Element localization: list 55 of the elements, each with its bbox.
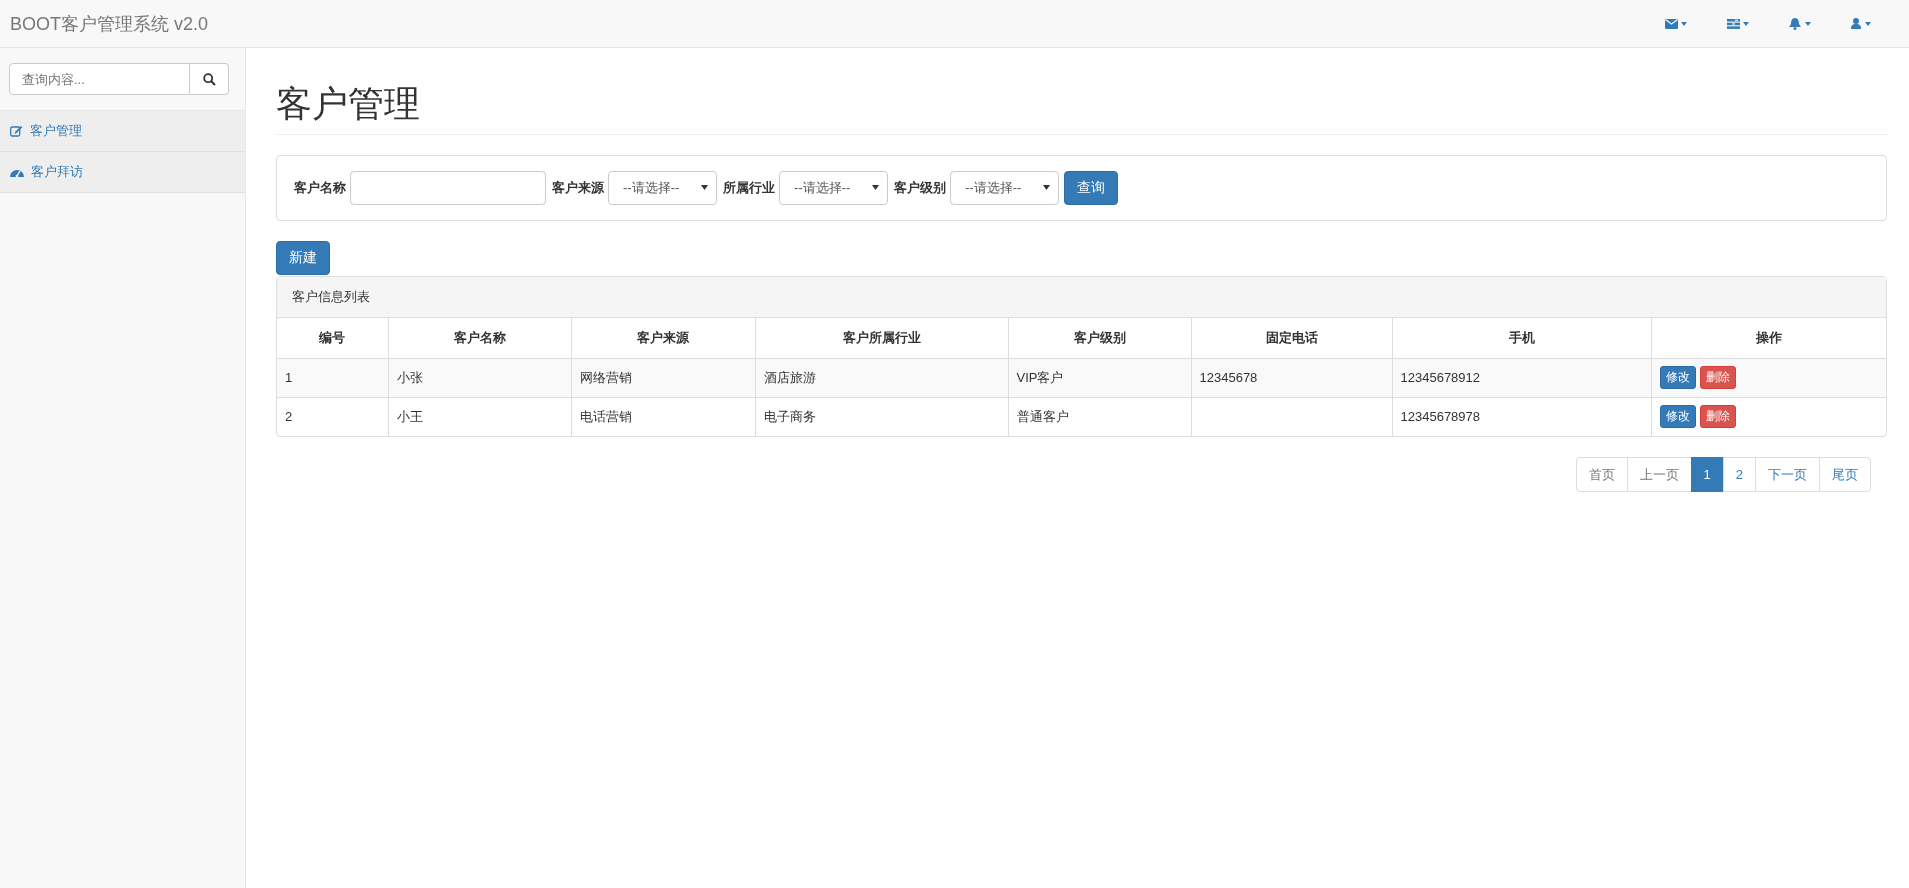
name-input-field[interactable] — [350, 170, 546, 205]
search-button[interactable] — [190, 63, 229, 95]
filter-label: 客户来源 — [552, 178, 604, 197]
panel-title: 客户信息列表 — [292, 287, 370, 306]
sidebar-item[interactable]: 客户管理 — [0, 111, 245, 152]
edit-icon — [10, 125, 23, 137]
delete-button[interactable]: 删除 — [1699, 405, 1736, 429]
table-cell: 1 — [277, 358, 388, 398]
column-header: 客户级别 — [1008, 317, 1191, 359]
select-dropdown[interactable]: --请选择-- — [950, 170, 1059, 205]
table-cell: 2 — [277, 397, 388, 436]
envelope-icon — [1665, 18, 1689, 29]
pagination-link[interactable]: 1 — [1690, 456, 1724, 492]
table-cell: 12345678912 — [1392, 358, 1651, 398]
column-header: 客户名称 — [388, 317, 571, 359]
page-title: 客户管理 — [276, 84, 1887, 135]
table-cell: VIP客户 — [1008, 358, 1191, 398]
search-icon — [202, 72, 216, 86]
pagination-link[interactable]: 2 — [1722, 456, 1756, 492]
column-header: 客户来源 — [571, 317, 755, 359]
pagination-link[interactable]: 尾页 — [1819, 456, 1871, 492]
table-cell: 电话营销 — [571, 397, 755, 436]
select-dropdown[interactable]: --请选择-- — [608, 170, 717, 205]
delete-button[interactable]: 删除 — [1699, 366, 1736, 390]
app-brand[interactable]: BOOT客户管理系统 v2.0 — [10, 11, 209, 36]
filter-label: 客户级别 — [894, 178, 946, 197]
table-cell: 酒店旅游 — [755, 358, 1008, 398]
table-cell: 小王 — [388, 397, 571, 436]
table-cell: 12345678978 — [1392, 397, 1651, 436]
edit-button[interactable]: 修改 — [1659, 405, 1696, 429]
pagination-link[interactable]: 下一页 — [1755, 456, 1820, 492]
query-button[interactable]: 查询 — [1064, 170, 1118, 205]
select-dropdown[interactable]: --请选择-- — [779, 170, 888, 205]
caret-icon — [701, 185, 708, 191]
new-button[interactable]: 新建 — [276, 240, 330, 275]
list-icon — [1727, 18, 1751, 29]
table-cell: 普通客户 — [1008, 397, 1191, 436]
table-cell: 网络营销 — [571, 358, 755, 398]
user-icon — [1851, 18, 1873, 29]
column-header: 手机 — [1392, 317, 1651, 359]
edit-button[interactable]: 修改 — [1659, 366, 1696, 390]
column-header: 客户所属行业 — [755, 317, 1008, 359]
column-header: 操作 — [1651, 317, 1886, 359]
bell-icon — [1789, 17, 1813, 30]
table-cell: 电子商务 — [755, 397, 1008, 436]
search-field[interactable]: 查询内容... — [9, 63, 190, 95]
caret-icon — [1043, 185, 1050, 191]
table-cell: 小张 — [388, 358, 571, 398]
filter-label: 所属行业 — [723, 178, 775, 197]
filter-label: 客户名称 — [294, 178, 346, 197]
sidebar-item[interactable]: 客户拜访 — [0, 152, 245, 193]
column-header: 编号 — [277, 317, 388, 359]
caret-icon — [872, 185, 879, 191]
table-cell: 12345678 — [1191, 358, 1392, 398]
column-header: 固定电话 — [1191, 317, 1392, 359]
